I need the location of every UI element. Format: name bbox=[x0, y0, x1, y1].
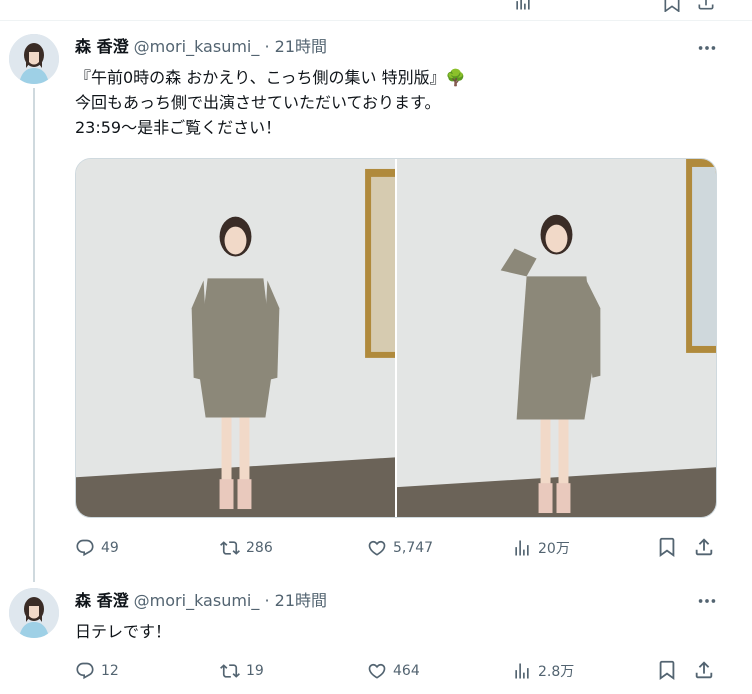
timestamp[interactable]: 21時間 bbox=[275, 37, 327, 56]
reply-icon bbox=[76, 662, 94, 680]
tweet-text: 日テレです！ bbox=[75, 619, 171, 644]
reply-button[interactable]: 49 bbox=[75, 536, 119, 560]
display-name[interactable]: 森 香澄 bbox=[75, 37, 129, 56]
views-count: 2.8万 bbox=[538, 664, 575, 680]
avatar[interactable] bbox=[9, 588, 59, 638]
avatar[interactable] bbox=[9, 34, 59, 84]
repost-icon bbox=[220, 664, 240, 678]
more-icon[interactable] bbox=[696, 590, 718, 612]
tweet-text: 『午前0時の森 おかえり、こっち側の集い 特別版』🌳 今回もあっち側で出演させて… bbox=[75, 65, 466, 140]
repost-count: 19 bbox=[246, 663, 264, 679]
views-count: 20万 bbox=[538, 541, 570, 557]
tweet-actions: 49 286 5,747 20万 bbox=[75, 536, 717, 560]
reply-icon bbox=[76, 539, 94, 557]
share-icon[interactable] bbox=[693, 659, 715, 681]
tweet-text-line: 今回もあっち側で出演させていただいております。 bbox=[75, 93, 441, 112]
tweet-text-line: 23:59〜是非ご覧ください！ bbox=[75, 118, 282, 137]
separator: · bbox=[264, 591, 270, 610]
tweet-header: 森 香澄 @mori_kasumi_ · 21時間 bbox=[75, 36, 327, 58]
tweet-text-line: 日テレです！ bbox=[75, 622, 172, 641]
thread-connector-line bbox=[33, 88, 35, 582]
repost-icon bbox=[220, 541, 240, 555]
display-name[interactable]: 森 香澄 bbox=[75, 591, 129, 610]
more-icon[interactable] bbox=[696, 37, 718, 59]
like-count: 464 bbox=[393, 663, 420, 679]
repost-button[interactable]: 19 bbox=[220, 659, 264, 683]
reply-button[interactable]: 12 bbox=[75, 659, 119, 683]
share-icon[interactable] bbox=[693, 536, 715, 558]
like-button[interactable]: 464 bbox=[367, 659, 420, 683]
separator: · bbox=[264, 37, 270, 56]
tweet-media bbox=[75, 158, 717, 518]
bookmark-icon[interactable] bbox=[656, 536, 678, 558]
bookmark-icon[interactable] bbox=[656, 659, 678, 681]
tweet-actions: 12 19 464 2.8万 bbox=[75, 659, 717, 683]
user-handle[interactable]: @mori_kasumi_ bbox=[134, 37, 260, 56]
timestamp[interactable]: 21時間 bbox=[275, 591, 327, 610]
tweet-text-line: 『午前0時の森 おかえり、こっち側の集い 特別版』🌳 bbox=[75, 68, 466, 87]
reply-count: 49 bbox=[101, 540, 119, 556]
tweet-header: 森 香澄 @mori_kasumi_ · 21時間 bbox=[75, 590, 327, 612]
views-icon bbox=[515, 540, 529, 556]
repost-count: 286 bbox=[246, 540, 273, 556]
bookmark-icon[interactable] bbox=[662, 0, 682, 12]
views-icon[interactable] bbox=[513, 0, 533, 12]
photo-1[interactable] bbox=[76, 159, 395, 517]
previous-tweet-actions bbox=[0, 0, 752, 21]
views-button[interactable]: 2.8万 bbox=[512, 659, 574, 683]
like-icon bbox=[368, 663, 386, 679]
like-button[interactable]: 5,747 bbox=[367, 536, 433, 560]
user-handle[interactable]: @mori_kasumi_ bbox=[134, 591, 260, 610]
reply-count: 12 bbox=[101, 663, 119, 679]
photo-2[interactable] bbox=[397, 159, 716, 517]
like-count: 5,747 bbox=[393, 540, 434, 556]
views-button[interactable]: 20万 bbox=[512, 536, 570, 560]
share-icon[interactable] bbox=[696, 0, 716, 12]
views-icon bbox=[515, 663, 529, 679]
repost-button[interactable]: 286 bbox=[220, 536, 273, 560]
like-icon bbox=[368, 540, 386, 556]
